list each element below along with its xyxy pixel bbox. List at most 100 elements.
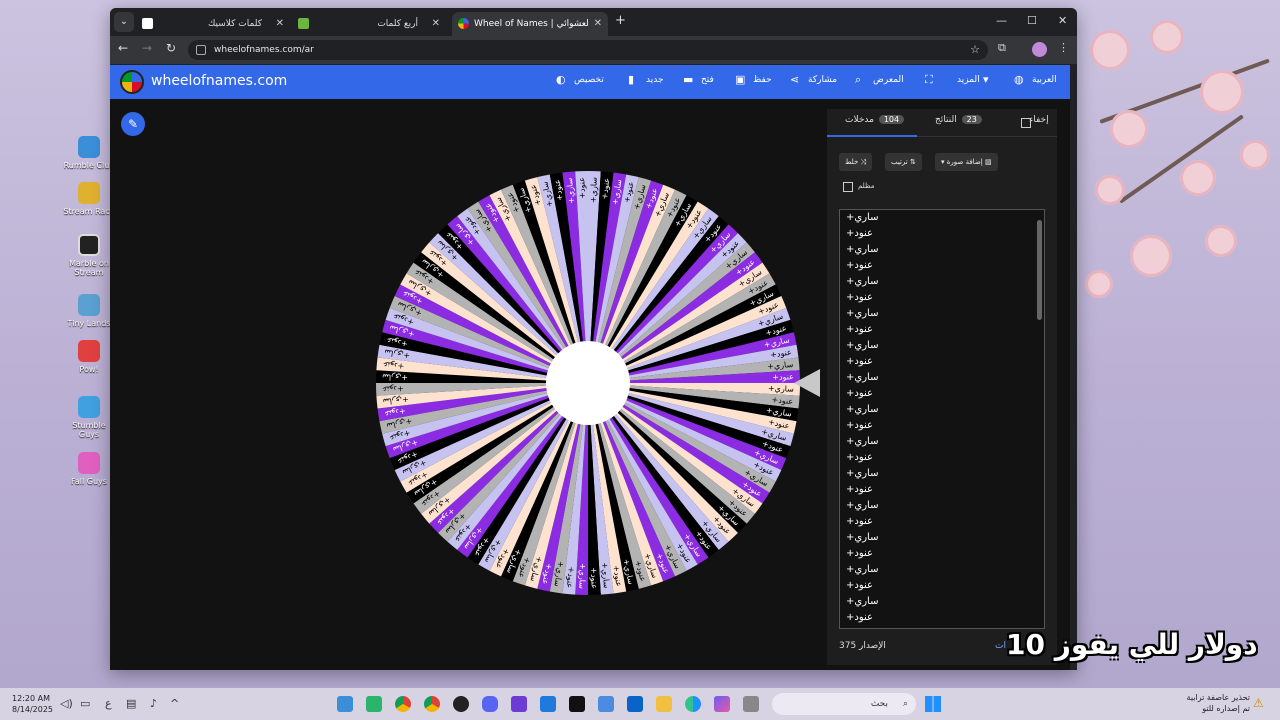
image-icon: ▨ [984, 158, 992, 166]
palette-icon: ◐ [556, 73, 566, 86]
windows-start-icon[interactable] [925, 696, 941, 712]
wheel-center[interactable] [546, 341, 630, 425]
close-icon[interactable]: ✕ [432, 12, 440, 36]
desktop-icon-stream-race[interactable]: Stream Race [62, 182, 116, 216]
desktop-icon-marble[interactable]: Marble on Stream [62, 234, 116, 277]
maximize-icon[interactable]: ☐ [1027, 14, 1037, 27]
network-icon[interactable]: ▭ [80, 697, 90, 710]
close-icon[interactable]: ✕ [594, 12, 602, 36]
wheel-slice-label: +ساري [768, 384, 795, 394]
wheel-slice-label: +ساري [589, 177, 599, 204]
edge-icon[interactable] [685, 696, 701, 712]
bold-checkbox[interactable] [843, 182, 853, 192]
desktop-icon-fall-guys[interactable]: Fall Guys [62, 452, 116, 486]
chrome-icon[interactable] [424, 696, 440, 712]
discord-icon[interactable] [482, 696, 498, 712]
site-title[interactable]: wheelofnames.com [151, 73, 287, 89]
tab-wheel-of-names[interactable]: Wheel of Names | منتقي الاسم العشوائي ✕ [452, 12, 608, 36]
task-view-icon[interactable] [743, 696, 759, 712]
address-bar-row: ← → ↻ wheelofnames.com/ar ☆ ⧉ ⋮ [110, 36, 1077, 64]
browser-menu-icon[interactable]: ⋮ [1058, 41, 1069, 54]
desktop-icon-rumble-club[interactable]: Rumble Club [62, 136, 116, 170]
x-icon[interactable] [569, 696, 585, 712]
menu-more[interactable]: المزيد [957, 75, 980, 85]
entry-line: +عنود [846, 516, 873, 527]
extensions-icon[interactable]: ⧉ [998, 41, 1006, 55]
menu-language[interactable]: العربية [1032, 75, 1057, 85]
forward-icon[interactable]: → [142, 41, 152, 55]
menu-new[interactable]: جديد [646, 75, 664, 85]
spin-wheel[interactable]: +ساري +عنود +ساري +عنود +ساري +عنود +ساري +عنود… [376, 171, 800, 595]
mic-icon[interactable]: ♪ [150, 697, 157, 710]
blossom-decoration [1200, 70, 1244, 114]
reload-icon[interactable]: ↻ [166, 41, 176, 55]
desktop-icon-pow[interactable]: Pow! [62, 340, 116, 374]
url-bar[interactable]: wheelofnames.com/ar ☆ [188, 40, 988, 60]
new-tab-button[interactable]: + [615, 12, 626, 30]
taskbar-app-icon[interactable] [511, 696, 527, 712]
tab-entries[interactable]: 104 مدخلات [845, 115, 906, 125]
back-icon[interactable]: ← [118, 41, 128, 55]
entry-line: +عنود [846, 324, 873, 335]
version-label: الإصدار 375 [839, 641, 886, 651]
hide-checkbox[interactable] [1021, 118, 1031, 128]
fullscreen-icon[interactable]: ⛶ [925, 74, 936, 85]
tray-chevron-icon[interactable]: ^ [170, 697, 179, 710]
panel-bottom-link[interactable]: ات [995, 641, 1006, 651]
desktop-icon-tiny-lands[interactable]: Tiny Lands [62, 294, 116, 328]
store-icon[interactable] [598, 696, 614, 712]
new-file-icon: ▮ [628, 73, 635, 86]
entries-scrollbar[interactable] [1037, 220, 1042, 320]
save-icon: ▣ [735, 73, 746, 86]
copilot-icon[interactable] [714, 696, 730, 712]
news-widget[interactable]: تحذير عاصفة ترابية تم إصداره للتو [1186, 692, 1250, 714]
menu-gallery[interactable]: المعرض [873, 75, 904, 85]
desktop-icon-stumble-guys[interactable]: Stumble Guys [62, 396, 116, 439]
site-logo-icon[interactable] [120, 70, 144, 94]
menu-share[interactable]: مشاركة [808, 75, 837, 85]
obs-icon[interactable] [453, 696, 469, 712]
add-image-button[interactable]: ▨ إضافة صورة ▾ [935, 153, 998, 171]
taskbar-app-icon[interactable] [337, 696, 353, 712]
language-indicator[interactable]: ع [105, 697, 112, 710]
clock[interactable]: 12:20 AM 8/14/2025 [12, 693, 53, 715]
site-info-icon[interactable] [196, 45, 206, 55]
entries-textarea[interactable]: +ساري +عنود +ساري +عنود +ساري +عنود +ساري +عنود… [839, 209, 1045, 629]
game-icon [298, 18, 309, 29]
tab-results[interactable]: 23 النتائج [935, 115, 984, 125]
menu-open[interactable]: فتح [701, 75, 714, 85]
taskbar-search[interactable]: بحث ⌕ [772, 693, 916, 715]
tab-search-button[interactable]: ⌄ [114, 12, 134, 32]
taskbar-app-icon[interactable] [540, 696, 556, 712]
menu-save[interactable]: حفظ [753, 75, 772, 85]
blossom-decoration [1205, 225, 1237, 257]
caret-down-icon: ▾ [983, 73, 989, 86]
bookmark-star-icon[interactable]: ☆ [970, 40, 980, 60]
chrome-icon[interactable] [395, 696, 411, 712]
entries-tab-label: مدخلات [845, 115, 874, 125]
shuffle-button[interactable]: ⤨ خلط [839, 153, 873, 171]
entry-line: +عنود [846, 612, 873, 623]
folder-icon[interactable] [656, 696, 672, 712]
wheel-favicon-icon [458, 18, 469, 29]
minimize-icon[interactable]: — [996, 14, 1007, 27]
tab-four-words[interactable]: أربع كلمات ✕ [296, 12, 446, 36]
tab-classic-words[interactable]: كلمات كلاسيك ✕ [140, 12, 290, 36]
display-icon[interactable]: ▤ [126, 697, 136, 710]
sort-button[interactable]: ⇅ ترتيب [885, 153, 922, 171]
profile-avatar[interactable] [1032, 42, 1047, 57]
rumble-club-icon [78, 136, 100, 158]
menu-customize[interactable]: تخصيص [574, 75, 604, 85]
close-icon[interactable]: ✕ [276, 12, 284, 36]
entry-line: +عنود [846, 388, 873, 399]
entry-line: +عنود [846, 356, 873, 367]
edit-pencil-button[interactable]: ✎ [121, 112, 145, 136]
window-close-icon[interactable]: ✕ [1058, 14, 1067, 27]
volume-icon[interactable]: ◁) [60, 697, 73, 710]
wheel-slice-label: +عنود [589, 567, 599, 589]
wheel-svg[interactable]: +ساري +عنود+ساري+عنود+ساري+عنود+ساري+عنود… [376, 171, 800, 595]
taskbar-app-icon[interactable] [366, 696, 382, 712]
entry-line: +ساري [846, 372, 879, 383]
outlook-icon[interactable] [627, 696, 643, 712]
entries-count-badge: 104 [878, 115, 905, 124]
